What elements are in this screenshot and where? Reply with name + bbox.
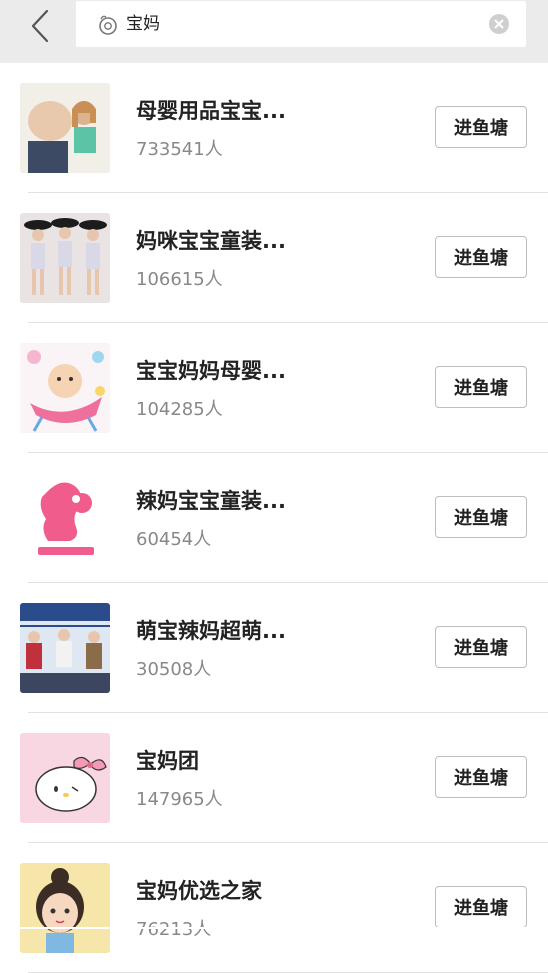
back-button[interactable] xyxy=(22,8,58,44)
search-input[interactable]: 宝妈 xyxy=(126,13,160,35)
enter-pond-button[interactable]: 进鱼塘 xyxy=(435,366,527,408)
list-item[interactable]: 萌宝辣妈超萌... 30508人 进鱼塘 xyxy=(0,583,548,713)
clear-icon[interactable] xyxy=(488,13,510,35)
pond-name: 宝妈团 xyxy=(136,749,199,773)
enter-pond-button[interactable]: 进鱼塘 xyxy=(435,106,527,148)
enter-pond-button[interactable]: 进鱼塘 xyxy=(435,756,527,798)
list-item[interactable]: 宝妈优选之家 76213人 进鱼塘 xyxy=(0,843,548,973)
pond-name: 宝宝妈妈母婴... xyxy=(136,359,286,383)
member-count: 733541人 xyxy=(136,139,223,160)
pond-avatar xyxy=(20,603,110,693)
fish-pond-search-icon xyxy=(99,15,117,35)
list-item[interactable]: 辣妈宝宝童装... 60454人 进鱼塘 xyxy=(0,453,548,583)
enter-pond-button[interactable]: 进鱼塘 xyxy=(435,496,527,538)
pond-name: 妈咪宝宝童装... xyxy=(136,229,286,253)
pond-name: 母婴用品宝宝... xyxy=(136,99,286,123)
list-item[interactable]: 母婴用品宝宝... 733541人 进鱼塘 xyxy=(0,63,548,193)
member-count: 104285人 xyxy=(136,399,223,420)
member-count: 60454人 xyxy=(136,529,212,550)
top-bar: 宝妈 xyxy=(0,0,548,63)
list-item[interactable]: 宝宝妈妈母婴... 104285人 进鱼塘 xyxy=(0,323,548,453)
pond-avatar xyxy=(20,473,110,563)
pond-avatar xyxy=(20,213,110,303)
enter-pond-button[interactable]: 进鱼塘 xyxy=(435,236,527,278)
pond-name: 萌宝辣妈超萌... xyxy=(136,619,286,643)
pond-avatar xyxy=(20,343,110,433)
pond-avatar xyxy=(20,733,110,823)
pond-name: 辣妈宝宝童装... xyxy=(136,489,286,513)
list-item[interactable]: 妈咪宝宝童装... 106615人 进鱼塘 xyxy=(0,193,548,323)
search-box[interactable]: 宝妈 xyxy=(76,1,526,47)
member-count: 30508人 xyxy=(136,659,212,680)
pond-avatar xyxy=(20,83,110,173)
member-count: 106615人 xyxy=(136,269,223,290)
enter-pond-button[interactable]: 进鱼塘 xyxy=(435,626,527,668)
pond-avatar xyxy=(20,863,110,953)
pond-name: 宝妈优选之家 xyxy=(136,879,262,903)
member-count: 76213人 xyxy=(136,919,212,940)
result-list: 母婴用品宝宝... 733541人 进鱼塘 妈咪宝宝童装... 106615人 … xyxy=(0,63,548,973)
enter-pond-button[interactable]: 进鱼塘 xyxy=(435,886,527,928)
chevron-left-icon xyxy=(31,9,49,43)
list-item[interactable]: 宝妈团 147965人 进鱼塘 xyxy=(0,713,548,843)
member-count: 147965人 xyxy=(136,789,223,810)
